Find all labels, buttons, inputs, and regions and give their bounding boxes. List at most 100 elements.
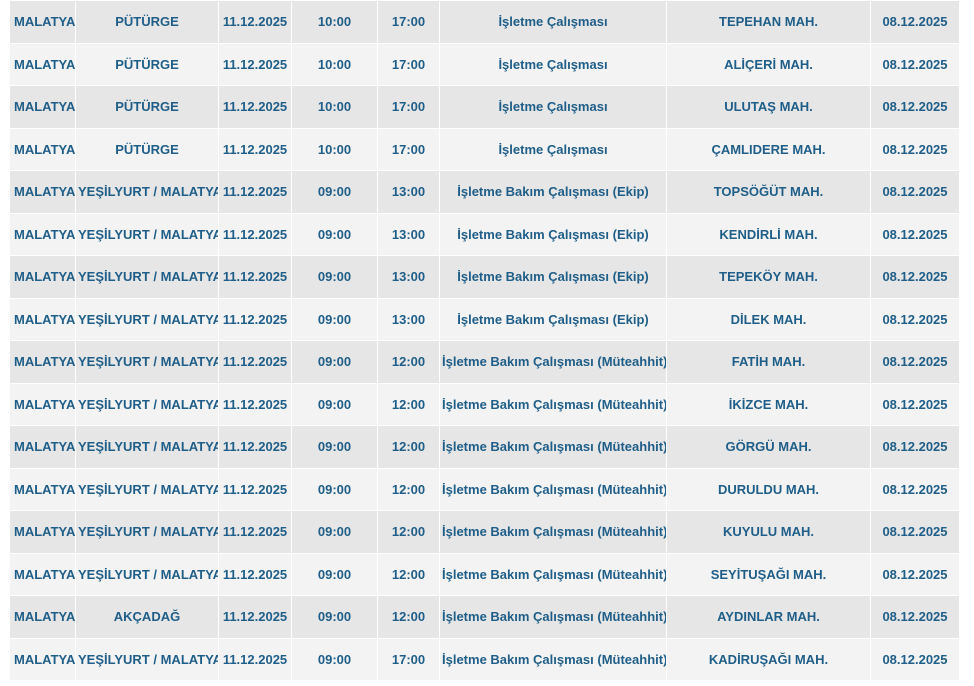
end-time-cell: 12:00 — [377, 340, 440, 384]
announce-date-cell: 08.12.2025 — [870, 382, 959, 426]
date-cell: 11.12.2025 — [218, 297, 292, 341]
start-time-cell: 09:00 — [291, 552, 378, 596]
work-type-cell: İşletme Bakım Çalışması (Müteahhit) — [439, 425, 667, 469]
district-cell: YEŞİLYURT / MALATYA — [75, 467, 219, 511]
neighborhood-cell: ALİÇERİ MAH. — [666, 42, 871, 86]
neighborhood-cell: ÇAMLIDERE MAH. — [666, 127, 871, 171]
neighborhood-cell: AYDINLAR MAH. — [666, 595, 871, 639]
district-cell: YEŞİLYURT / MALATYA — [75, 425, 219, 469]
work-type-cell: İşletme Bakım Çalışması (Müteahhit) — [439, 595, 667, 639]
date-cell: 11.12.2025 — [218, 637, 292, 681]
announce-date-cell: 08.12.2025 — [870, 127, 959, 171]
province-cell: MALATYA — [9, 425, 76, 469]
table-row: MALATYA YEŞİLYURT / MALATYA 11.12.2025 09:0… — [9, 425, 959, 469]
start-time-cell: 09:00 — [291, 212, 378, 256]
start-time-cell: 10:00 — [291, 42, 378, 86]
start-time-cell: 09:00 — [291, 510, 378, 554]
province-cell: MALATYA — [9, 0, 76, 44]
end-time-cell: 17:00 — [377, 127, 440, 171]
start-time-cell: 09:00 — [291, 297, 378, 341]
work-type-cell: İşletme Bakım Çalışması (Müteahhit) — [439, 467, 667, 511]
district-cell: YEŞİLYURT / MALATYA — [75, 297, 219, 341]
neighborhood-cell: FATİH MAH. — [666, 340, 871, 384]
table-row: MALATYA YEŞİLYURT / MALATYA 11.12.2025 09:0… — [9, 340, 959, 384]
province-cell: MALATYA — [9, 510, 76, 554]
end-time-cell: 17:00 — [377, 85, 440, 129]
neighborhood-cell: KADİRUŞAĞI MAH. — [666, 637, 871, 681]
district-cell: YEŞİLYURT / MALATYA — [75, 637, 219, 681]
table-row: MALATYA YEŞİLYURT / MALATYA 11.12.2025 09:0… — [9, 382, 959, 426]
start-time-cell: 09:00 — [291, 425, 378, 469]
end-time-cell: 12:00 — [377, 552, 440, 596]
table-row: MALATYA YEŞİLYURT / MALATYA 11.12.2025 09:0… — [9, 297, 959, 341]
work-type-cell: İşletme Bakım Çalışması (Müteahhit) — [439, 382, 667, 426]
district-cell: YEŞİLYURT / MALATYA — [75, 170, 219, 214]
end-time-cell: 13:00 — [377, 170, 440, 214]
work-type-cell: İşletme Bakım Çalışması (Ekip) — [439, 170, 667, 214]
date-cell: 11.12.2025 — [218, 0, 292, 44]
neighborhood-cell: KUYULU MAH. — [666, 510, 871, 554]
announce-date-cell: 08.12.2025 — [870, 42, 959, 86]
district-cell: YEŞİLYURT / MALATYA — [75, 382, 219, 426]
announce-date-cell: 08.12.2025 — [870, 170, 959, 214]
table-row: MALATYA PÜTÜRGE 11.12.2025 10:00 17:00 İşletm… — [9, 42, 959, 86]
start-time-cell: 09:00 — [291, 382, 378, 426]
table-row: MALATYA PÜTÜRGE 11.12.2025 10:00 17:00 İşletm… — [9, 127, 959, 171]
end-time-cell: 13:00 — [377, 297, 440, 341]
date-cell: 11.12.2025 — [218, 340, 292, 384]
announce-date-cell: 08.12.2025 — [870, 425, 959, 469]
province-cell: MALATYA — [9, 382, 76, 426]
end-time-cell: 17:00 — [377, 0, 440, 44]
end-time-cell: 12:00 — [377, 425, 440, 469]
start-time-cell: 10:00 — [291, 85, 378, 129]
table-row: MALATYA YEŞİLYURT / MALATYA 11.12.2025 09:0… — [9, 255, 959, 299]
date-cell: 11.12.2025 — [218, 510, 292, 554]
outage-table-container: MALATYA PÜTÜRGE 11.12.2025 10:00 17:00 İşletm… — [9, 0, 959, 686]
date-cell: 11.12.2025 — [218, 255, 292, 299]
district-cell: AKÇADAĞ — [75, 595, 219, 639]
district-cell: PÜTÜRGE — [75, 0, 219, 44]
start-time-cell: 09:00 — [291, 467, 378, 511]
date-cell: 11.12.2025 — [218, 467, 292, 511]
date-cell: 11.12.2025 — [218, 552, 292, 596]
date-cell: 11.12.2025 — [218, 425, 292, 469]
end-time-cell: 12:00 — [377, 382, 440, 426]
neighborhood-cell: SEYİTUŞAĞI MAH. — [666, 552, 871, 596]
date-cell: 11.12.2025 — [218, 170, 292, 214]
province-cell: MALATYA — [9, 595, 76, 639]
district-cell: PÜTÜRGE — [75, 85, 219, 129]
end-time-cell: 13:00 — [377, 212, 440, 256]
neighborhood-cell: GÖRGÜ MAH. — [666, 425, 871, 469]
province-cell: MALATYA — [9, 42, 76, 86]
province-cell: MALATYA — [9, 127, 76, 171]
province-cell: MALATYA — [9, 467, 76, 511]
table-row: MALATYA PÜTÜRGE 11.12.2025 10:00 17:00 İşletm… — [9, 0, 959, 44]
neighborhood-cell: ULUTAŞ MAH. — [666, 85, 871, 129]
announce-date-cell: 08.12.2025 — [870, 595, 959, 639]
neighborhood-cell: TOPSÖĞÜT MAH. — [666, 170, 871, 214]
announce-date-cell: 08.12.2025 — [870, 212, 959, 256]
work-type-cell: İşletme Çalışması — [439, 0, 667, 44]
end-time-cell: 17:00 — [377, 42, 440, 86]
table-row: MALATYA YEŞİLYURT / MALATYA 11.12.2025 09:0… — [9, 212, 959, 256]
work-type-cell: İşletme Çalışması — [439, 127, 667, 171]
neighborhood-cell: KENDİRLİ MAH. — [666, 212, 871, 256]
province-cell: MALATYA — [9, 297, 76, 341]
district-cell: YEŞİLYURT / MALATYA — [75, 552, 219, 596]
table-row: MALATYA AKÇADAĞ 11.12.2025 09:00 12:00 İşletm… — [9, 595, 959, 639]
province-cell: MALATYA — [9, 552, 76, 596]
district-cell: PÜTÜRGE — [75, 127, 219, 171]
work-type-cell: İşletme Bakım Çalışması (Müteahhit) — [439, 637, 667, 681]
work-type-cell: İşletme Bakım Çalışması (Müteahhit) — [439, 510, 667, 554]
start-time-cell: 09:00 — [291, 255, 378, 299]
work-type-cell: İşletme Bakım Çalışması (Ekip) — [439, 255, 667, 299]
announce-date-cell: 08.12.2025 — [870, 510, 959, 554]
end-time-cell: 12:00 — [377, 467, 440, 511]
province-cell: MALATYA — [9, 212, 76, 256]
province-cell: MALATYA — [9, 340, 76, 384]
date-cell: 11.12.2025 — [218, 127, 292, 171]
district-cell: YEŞİLYURT / MALATYA — [75, 255, 219, 299]
planned-outage-table: MALATYA PÜTÜRGE 11.12.2025 10:00 17:00 İşletm… — [9, 0, 959, 681]
end-time-cell: 13:00 — [377, 255, 440, 299]
announce-date-cell: 08.12.2025 — [870, 637, 959, 681]
